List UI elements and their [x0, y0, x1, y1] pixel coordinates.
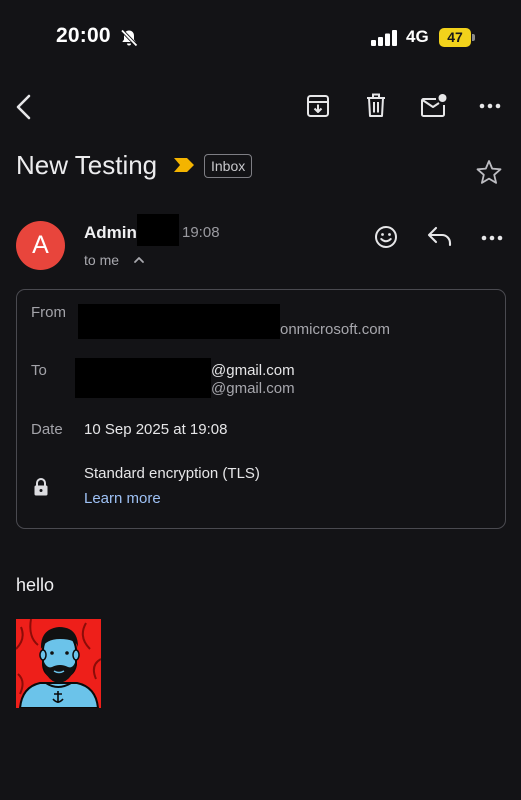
more-horizontal-icon[interactable] — [481, 234, 503, 242]
to-value-secondary: @gmail.com — [211, 380, 295, 397]
avatar-letter: A — [32, 231, 49, 259]
to-value-primary: @gmail.com — [211, 362, 295, 379]
sender-time: 19:08 — [182, 224, 220, 241]
email-subject: New Testing — [16, 150, 158, 180]
email-body: hello — [16, 575, 55, 595]
back-arrow-icon[interactable] — [13, 93, 37, 121]
battery-cap — [472, 34, 475, 41]
lock-icon — [33, 477, 49, 497]
learn-more-link[interactable]: Learn more — [84, 490, 161, 507]
star-icon[interactable] — [476, 159, 502, 185]
from-label: From — [31, 304, 66, 321]
archive-icon[interactable] — [306, 93, 330, 119]
battery-level: 47 — [447, 29, 463, 45]
trash-icon[interactable] — [365, 93, 387, 119]
importance-marker-icon[interactable] — [174, 157, 195, 173]
emoji-reaction-icon[interactable] — [374, 225, 398, 249]
network-type: 4G — [406, 27, 429, 46]
label-chip-inbox[interactable]: Inbox — [204, 154, 253, 178]
bell-muted-icon — [119, 28, 139, 48]
to-label: To — [31, 362, 47, 379]
recipients-toggle[interactable]: to me — [84, 252, 119, 268]
reply-icon[interactable] — [427, 225, 453, 247]
mark-unread-icon[interactable] — [420, 93, 448, 119]
chevron-up-icon[interactable] — [133, 255, 145, 265]
redacted-block — [137, 214, 179, 246]
redacted-block — [75, 358, 211, 398]
redacted-block — [78, 304, 280, 339]
signal-icon — [371, 30, 399, 46]
inline-image[interactable] — [16, 619, 101, 708]
battery-icon: 47 — [439, 28, 471, 47]
from-value: onmicrosoft.com — [280, 321, 391, 338]
date-value: 10 Sep 2025 at 19:08 — [84, 421, 228, 438]
sender-avatar[interactable]: A — [16, 221, 65, 270]
status-time: 20:00 — [56, 24, 111, 47]
more-horizontal-icon[interactable] — [479, 102, 501, 110]
encryption-text: Standard encryption (TLS) — [84, 465, 260, 482]
date-label: Date — [31, 421, 63, 438]
sender-name: Admin — [84, 223, 137, 242]
